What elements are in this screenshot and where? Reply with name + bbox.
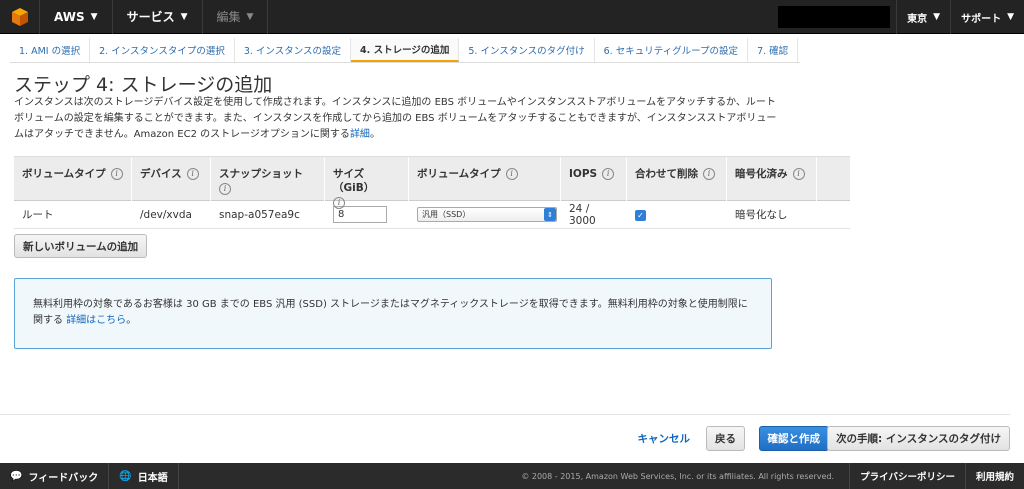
bottom-bar: 💬 フィードバック 🌐 日本語 © 2008 - 2015, Amazon We…	[0, 463, 1024, 489]
review-and-launch-button[interactable]: 確認と作成	[758, 426, 829, 451]
nav-right-group: 東京 ▼ サポート ▼	[778, 0, 1024, 34]
wizard-steps: 1. AMI の選択 2. インスタンスタイプの選択 3. インスタンスの設定 …	[10, 38, 800, 63]
chevron-down-icon: ▼	[180, 11, 188, 22]
volume-type-select[interactable]: 汎用（SSD） ⇕	[417, 207, 557, 222]
cell-iops: 24 / 3000	[569, 202, 596, 227]
chevron-down-icon: ▼	[1007, 12, 1014, 22]
edit-menu-label: 編集	[216, 10, 241, 24]
language-selector[interactable]: 🌐 日本語	[109, 463, 179, 489]
privacy-policy-link[interactable]: プライバシーポリシー	[849, 463, 965, 489]
tab-configure-instance[interactable]: 3. インスタンスの設定	[235, 38, 352, 62]
globe-icon: 🌐	[119, 470, 132, 482]
info-icon[interactable]: i	[219, 183, 231, 195]
page-description: インスタンスは次のストレージデバイス設定を使用して作成されます。インスタンスに追…	[14, 95, 784, 143]
info-icon[interactable]: i	[186, 168, 199, 180]
aws-menu[interactable]: AWS ▼	[40, 0, 113, 34]
aws-cube-icon[interactable]	[0, 0, 40, 34]
add-new-volume-button[interactable]: 新しいボリュームの追加	[14, 234, 148, 258]
header-label: 暗号化済み	[735, 168, 788, 180]
cell-snapshot: snap-a057ea9c	[219, 208, 300, 221]
delete-on-termination-checkbox[interactable]: ✓	[635, 209, 646, 221]
top-navigation-bar: AWS ▼ サービス ▼ 編集 ▼ 東京 ▼ サポート ▼	[0, 0, 1024, 34]
header-label: スナップショット	[219, 168, 303, 180]
region-menu[interactable]: 東京 ▼	[896, 0, 950, 34]
header-label: 合わせて削除	[635, 168, 698, 180]
aws-menu-label: AWS	[54, 9, 85, 24]
tab-add-storage[interactable]: 4. ストレージの追加	[351, 38, 460, 62]
tab-choose-instance-type[interactable]: 2. インスタンスタイプの選択	[90, 38, 235, 62]
info-icon[interactable]: i	[703, 168, 715, 180]
feedback-label: フィードバック	[28, 472, 99, 484]
tab-configure-security-group[interactable]: 6. セキュリティグループの設定	[595, 38, 749, 62]
storage-table: ボリュームタイプ i デバイス i スナップショット i サイズ（GiB） i ボリュー…	[14, 156, 850, 229]
region-label: 東京	[907, 13, 928, 25]
cell-delete-on-termination: ✓	[627, 209, 727, 221]
tab-choose-ami[interactable]: 1. AMI の選択	[10, 38, 91, 62]
free-tier-info-box: 無料利用枠の対象であるお客様は 30 GB までの EBS 汎用 (SSD) ス…	[14, 278, 772, 349]
info-box-end: 。	[126, 315, 137, 326]
header-label: ボリュームタイプ	[22, 168, 106, 180]
description-text: インスタンスは次のストレージデバイス設定を使用して作成されます。インスタンスに追…	[14, 97, 777, 140]
account-name-redacted[interactable]	[778, 6, 891, 28]
support-label: サポート	[961, 13, 1002, 25]
header-label: デバイス	[140, 168, 182, 180]
info-icon[interactable]: i	[792, 168, 805, 180]
header-delete-on-termination: 合わせて削除 i	[627, 157, 727, 201]
support-menu[interactable]: サポート ▼	[950, 0, 1024, 34]
info-icon[interactable]: i	[110, 168, 123, 180]
tab-tag-instance[interactable]: 5. インスタンスのタグ付け	[459, 38, 595, 62]
header-encrypted: 暗号化済み i	[727, 157, 817, 201]
header-iops: IOPS i	[561, 157, 627, 201]
tab-review[interactable]: 7. 確認	[748, 38, 799, 62]
learn-more-link[interactable]: 詳細	[350, 129, 370, 140]
bottom-links: プライバシーポリシー 利用規約	[849, 463, 1024, 489]
table-row: ルート /dev/xvda snap-a057ea9c 汎用（SSD） ⇕ 24…	[14, 201, 850, 229]
services-menu[interactable]: サービス ▼	[113, 0, 203, 34]
cancel-button[interactable]: キャンセル	[630, 426, 699, 451]
header-label: ボリュームタイプ	[417, 168, 501, 180]
info-box-link[interactable]: 詳細はこちら	[66, 315, 126, 326]
terms-of-use-link[interactable]: 利用規約	[964, 463, 1024, 489]
header-label: サイズ（GiB）	[333, 168, 375, 194]
services-menu-label: サービス	[126, 10, 175, 24]
header-label: IOPS	[569, 168, 598, 180]
cell-encrypted: 暗号化なし	[735, 209, 788, 221]
back-button[interactable]: 戻る	[706, 426, 745, 451]
feedback-button[interactable]: 💬 フィードバック	[0, 463, 110, 489]
header-size: サイズ（GiB） i	[325, 157, 409, 209]
cell-volume-type: ルート	[22, 209, 54, 221]
next-tag-instance-button[interactable]: 次の手順: インスタンスのタグ付け	[827, 426, 1010, 451]
info-icon[interactable]: i	[333, 197, 345, 209]
cell-device: /dev/xvda	[140, 208, 192, 221]
header-volume-type: ボリュームタイプ i	[14, 157, 132, 201]
table-header-row: ボリュームタイプ i デバイス i スナップショット i サイズ（GiB） i ボリュー…	[14, 156, 850, 209]
info-icon[interactable]: i	[505, 168, 518, 180]
chevron-down-icon: ▼	[246, 11, 254, 22]
page-title: ステップ 4: ストレージの追加	[14, 74, 273, 96]
header-snapshot: スナップショット i	[211, 157, 325, 201]
select-arrow-icon: ⇕	[544, 208, 556, 221]
info-icon[interactable]: i	[602, 168, 615, 180]
language-label: 日本語	[137, 472, 168, 484]
copyright-text: © 2008 - 2015, Amazon Web Services, Inc.…	[521, 471, 834, 481]
description-end: 。	[369, 129, 380, 140]
chevron-down-icon: ▼	[90, 11, 98, 22]
cell-ebs-volume-type: 汎用（SSD） ⇕	[409, 207, 561, 222]
chevron-down-icon: ▼	[933, 12, 941, 22]
volume-type-selected: 汎用（SSD）	[422, 210, 471, 219]
header-device: デバイス i	[132, 157, 211, 201]
edit-menu[interactable]: 編集 ▼	[203, 0, 269, 34]
speech-bubble-icon: 💬	[10, 470, 23, 482]
info-box-text: 無料利用枠の対象であるお客様は 30 GB までの EBS 汎用 (SSD) ス…	[33, 299, 748, 326]
header-ebs-volume-type: ボリュームタイプ i	[409, 157, 561, 201]
wizard-actions: キャンセル 戻る 確認と作成 次の手順: インスタンスのタグ付け	[0, 414, 1010, 460]
